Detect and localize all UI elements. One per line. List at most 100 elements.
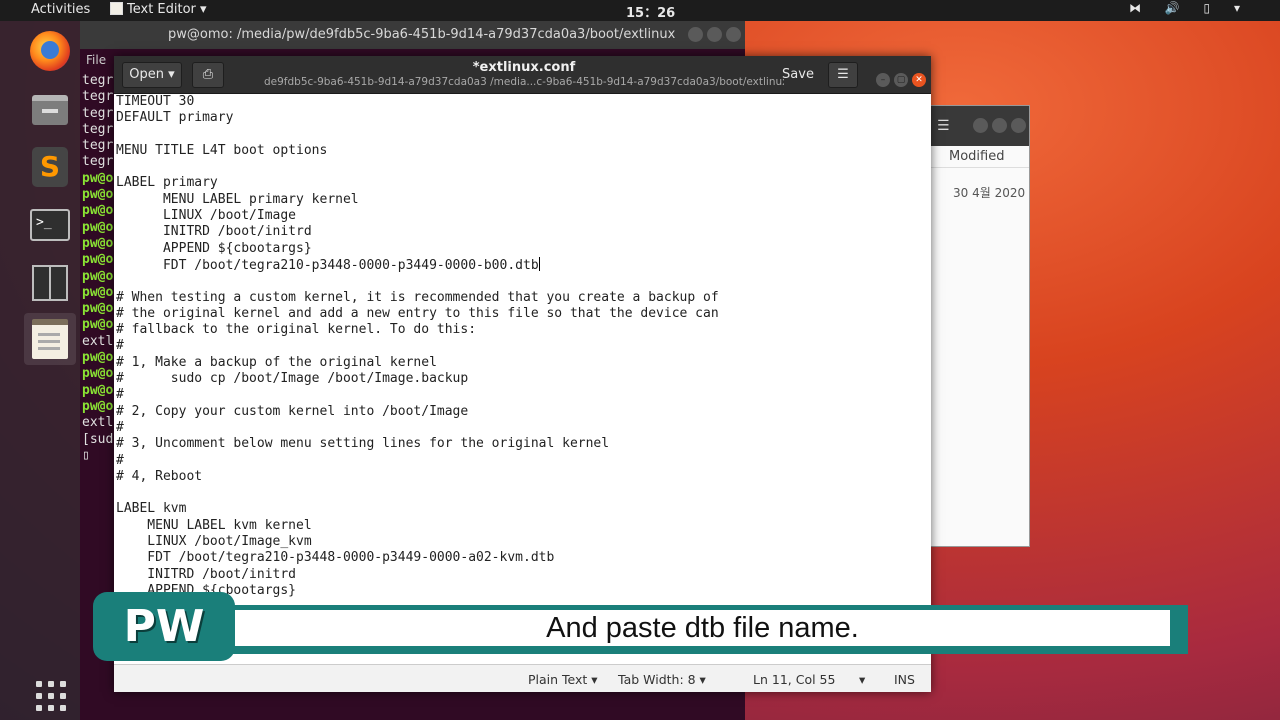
terminal-line: ▯ bbox=[82, 447, 90, 463]
open-button[interactable]: Open ▾ bbox=[122, 62, 182, 88]
text-line[interactable]: DEFAULT primary bbox=[116, 110, 928, 126]
cursor-position-dropdown[interactable]: ▾ bbox=[859, 672, 865, 687]
file-manager-window[interactable]: ☰ Modified 30 4월 2020 bbox=[928, 105, 1030, 547]
text-line[interactable]: # bbox=[116, 338, 928, 354]
text-line[interactable]: LINUX /boot/Image bbox=[116, 208, 928, 224]
channel-logo: PW bbox=[93, 592, 235, 661]
text-line[interactable]: # 3, Uncomment below menu setting lines … bbox=[116, 436, 928, 452]
terminal-line: tegr bbox=[82, 73, 114, 88]
save-button[interactable]: Save bbox=[778, 62, 818, 88]
split-terminal-icon bbox=[32, 265, 68, 301]
text-line[interactable]: # bbox=[116, 387, 928, 403]
terminal-line: [sud bbox=[82, 431, 114, 447]
status-bar: Plain Text ▾ Tab Width: 8 ▾ Ln 11, Col 5… bbox=[114, 664, 931, 692]
text-line[interactable]: TIMEOUT 30 bbox=[116, 94, 928, 110]
text-line[interactable]: INITRD /boot/initrd bbox=[116, 567, 928, 583]
terminal-line: pw@o bbox=[82, 203, 114, 219]
terminal-line: pw@o bbox=[82, 350, 114, 366]
text-line[interactable] bbox=[116, 273, 928, 289]
close-icon[interactable] bbox=[726, 27, 741, 42]
cursor-position[interactable]: Ln 11, Col 55 bbox=[753, 672, 835, 687]
tab-width-selector[interactable]: Tab Width: 8 ▾ bbox=[618, 672, 706, 687]
hamburger-menu-icon[interactable]: ☰ bbox=[937, 118, 950, 134]
terminal-line: pw@o bbox=[82, 268, 114, 284]
editor-window-controls: – ▢ ✕ bbox=[872, 67, 926, 87]
dock-terminal[interactable]: >_ bbox=[24, 199, 76, 251]
new-document-icon: ⎙ bbox=[202, 67, 214, 82]
top-bar: Activities Text Editor ▾ 15：26 ⧓ 🔊 ▯ ▾ bbox=[0, 0, 1280, 21]
text-editor-icon bbox=[110, 2, 123, 15]
text-line[interactable]: # 1, Make a backup of the original kerne… bbox=[116, 355, 928, 371]
dock-firefox[interactable] bbox=[24, 25, 76, 77]
dock-files[interactable] bbox=[24, 83, 76, 135]
dock-split-terminal[interactable] bbox=[24, 257, 76, 309]
text-line[interactable]: MENU LABEL kvm kernel bbox=[116, 518, 928, 534]
activities-button[interactable]: Activities bbox=[31, 2, 90, 17]
maximize-icon[interactable] bbox=[707, 27, 722, 42]
text-line[interactable]: INITRD /boot/initrd bbox=[116, 224, 928, 240]
insert-mode[interactable]: INS bbox=[894, 672, 915, 687]
text-line[interactable]: # fallback to the original kernel. To do… bbox=[116, 322, 928, 338]
dock-text-editor[interactable] bbox=[24, 313, 76, 365]
text-cursor bbox=[538, 256, 540, 271]
show-applications-icon[interactable] bbox=[36, 681, 66, 711]
maximize-icon[interactable]: ▢ bbox=[894, 73, 908, 87]
terminal-line: extl bbox=[82, 415, 114, 431]
text-line[interactable] bbox=[116, 159, 928, 175]
text-area[interactable]: TIMEOUT 30 DEFAULT primary MENU TITLE L4T … bbox=[116, 94, 928, 664]
terminal-output[interactable]: tegr tegr tegr tegr tegr tegr pw@o pw@o pw@o pw@o… bbox=[82, 73, 113, 464]
text-line[interactable]: # 4, Reboot bbox=[116, 469, 928, 485]
caption-box: And paste dtb file name. bbox=[235, 610, 1170, 646]
text-line[interactable]: # When testing a custom kernel, it is re… bbox=[116, 290, 928, 306]
terminal-menu-file[interactable]: File bbox=[86, 53, 106, 67]
language-selector[interactable]: Plain Text ▾ bbox=[528, 672, 598, 687]
terminal-window-controls bbox=[684, 27, 741, 46]
text-line[interactable] bbox=[116, 127, 928, 143]
dock-sublime-text[interactable]: S bbox=[24, 141, 76, 193]
close-icon[interactable]: ✕ bbox=[912, 73, 926, 87]
caption-overlay: And paste dtb file name. PW bbox=[93, 592, 1188, 661]
modified-date: 30 4월 2020 bbox=[953, 186, 1026, 200]
app-menu-label: Text Editor ▾ bbox=[127, 2, 207, 17]
text-line[interactable]: LINUX /boot/Image_kvm bbox=[116, 534, 928, 550]
terminal-titlebar[interactable]: pw@omo: /media/pw/de9fdb5c-9ba6-451b-9d1… bbox=[80, 21, 745, 49]
minimize-icon[interactable] bbox=[688, 27, 703, 42]
text-line[interactable]: APPEND ${cbootargs} bbox=[116, 241, 928, 257]
terminal-line: pw@o bbox=[82, 235, 114, 251]
document-title: *extlinux.conf bbox=[472, 60, 576, 75]
maximize-icon[interactable] bbox=[992, 118, 1007, 133]
text-line[interactable]: # the original kernel and add a new entr… bbox=[116, 306, 928, 322]
close-icon[interactable] bbox=[1011, 118, 1026, 133]
text-line[interactable]: FDT /boot/tegra210-p3448-0000-p3449-0000… bbox=[116, 550, 928, 566]
terminal-line: tegr bbox=[82, 89, 114, 105]
terminal-line: pw@o bbox=[82, 398, 114, 414]
terminal-line: pw@o bbox=[82, 252, 114, 268]
caption-text: And paste dtb file name. bbox=[546, 612, 859, 644]
terminal-line: pw@o bbox=[82, 382, 114, 398]
system-tray[interactable]: ⧓ 🔊 ▯ ▾ bbox=[1129, 1, 1250, 15]
terminal-line: pw@o bbox=[82, 284, 114, 300]
terminal-line: pw@o bbox=[82, 317, 114, 333]
app-menu[interactable]: Text Editor ▾ bbox=[110, 2, 207, 17]
text-line[interactable]: LABEL primary bbox=[116, 175, 928, 191]
text-line[interactable]: # bbox=[116, 420, 928, 436]
text-line[interactable]: MENU TITLE L4T boot options bbox=[116, 143, 928, 159]
text-line[interactable]: MENU LABEL primary kernel bbox=[116, 192, 928, 208]
text-line[interactable]: # 2, Copy your custom kernel into /boot/… bbox=[116, 404, 928, 420]
terminal-line: pw@o bbox=[82, 366, 114, 382]
text-line[interactable]: # bbox=[116, 453, 928, 469]
firefox-icon bbox=[30, 31, 70, 71]
text-line[interactable]: # sudo cp /boot/Image /boot/Image.backup bbox=[116, 371, 928, 387]
minimize-icon[interactable]: – bbox=[876, 73, 890, 87]
text-line[interactable]: FDT /boot/tegra210-p3448-0000-p3449-0000… bbox=[116, 256, 928, 273]
minimize-icon[interactable] bbox=[973, 118, 988, 133]
editor-headerbar[interactable]: Open ▾ ⎙ *extlinux.conf de9fdb5c-9ba6-45… bbox=[114, 56, 931, 94]
text-line[interactable] bbox=[116, 485, 928, 501]
file-manager-headerbar[interactable]: ☰ bbox=[929, 106, 1029, 146]
hamburger-menu-icon[interactable]: ☰ bbox=[828, 62, 858, 88]
clock[interactable]: 15：26 bbox=[626, 2, 675, 21]
new-document-button[interactable]: ⎙ bbox=[192, 62, 224, 88]
text-line[interactable]: LABEL kvm bbox=[116, 501, 928, 517]
column-header-modified[interactable]: Modified bbox=[929, 146, 1029, 168]
text-editor-icon bbox=[32, 319, 68, 359]
